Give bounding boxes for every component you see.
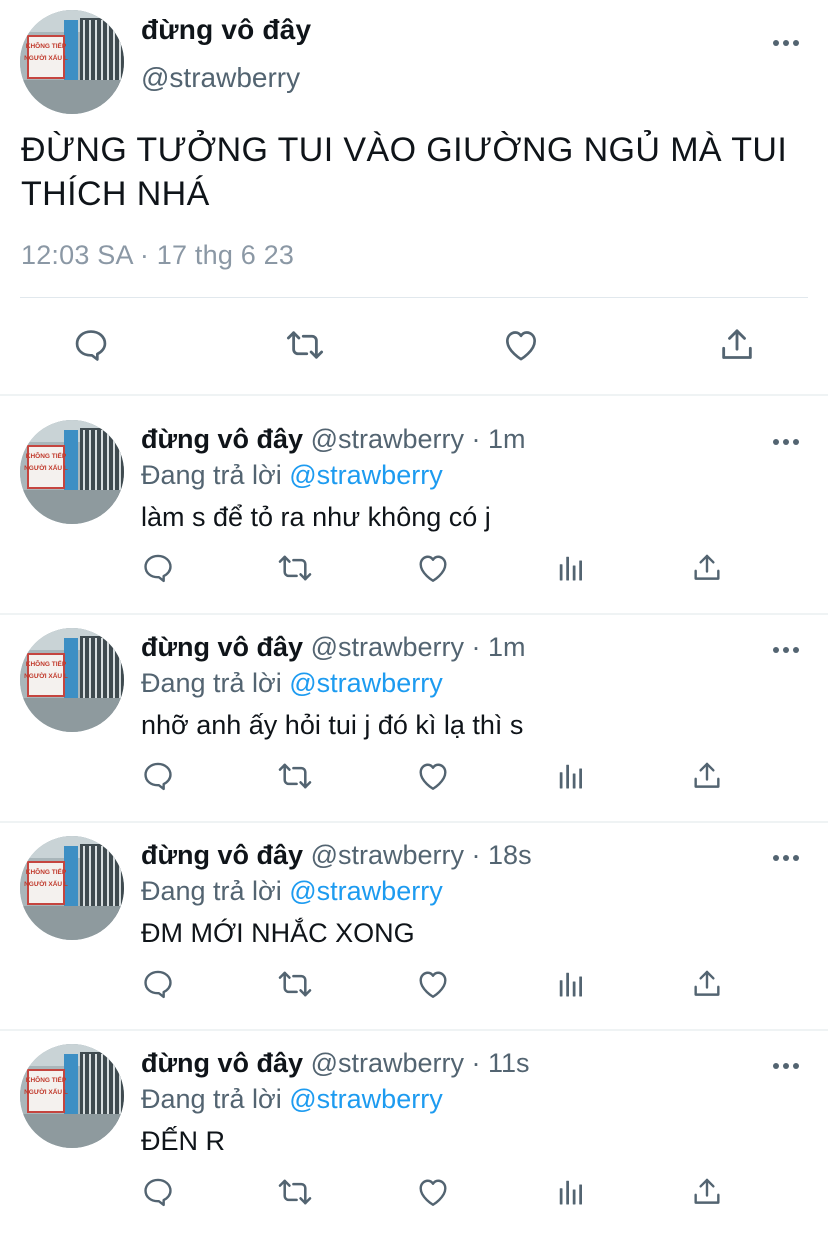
analytics-icon[interactable]	[552, 548, 590, 588]
avatar-image: KHÔNG TIẾP NGƯỜI XẤU L	[20, 420, 124, 524]
display-name[interactable]: đừng vô đây	[141, 14, 311, 46]
replying-to-label: Đang trả lời	[141, 876, 290, 906]
analytics-icon[interactable]	[552, 756, 590, 796]
like-icon[interactable]	[413, 548, 453, 588]
analytics-icon[interactable]	[552, 1172, 590, 1212]
replying-to-label: Đang trả lời	[141, 460, 290, 490]
avatar-image: KHÔNG TIẾP NGƯỜI XẤU L	[20, 836, 124, 940]
share-icon[interactable]	[688, 1172, 726, 1212]
more-options-icon[interactable]	[766, 846, 806, 870]
display-name[interactable]: đừng vô đây	[141, 632, 303, 662]
handle[interactable]: @strawberry	[311, 632, 464, 662]
reply-header: đừng vô đây @strawberry · 18s	[141, 840, 532, 871]
reply-header: đừng vô đây @strawberry · 1m	[141, 424, 526, 455]
reply-actions	[0, 548, 828, 588]
reply-tweet[interactable]: KHÔNG TIẾP NGƯỜI XẤU L đừng vô đây @stra…	[0, 836, 828, 1044]
separator-dot: ·	[464, 632, 489, 662]
reply-text: ĐẾN R	[141, 1126, 226, 1156]
tweet-timestamp[interactable]: 12:03 SA · 17 thg 6 23	[21, 240, 294, 271]
more-options-icon[interactable]	[766, 430, 806, 454]
replying-to: Đang trả lời @strawberry	[141, 1084, 443, 1115]
display-name[interactable]: đừng vô đây	[141, 840, 303, 870]
retweet-icon[interactable]	[275, 548, 315, 588]
separator	[0, 394, 828, 396]
display-name[interactable]: đừng vô đây	[141, 424, 303, 454]
more-options-icon[interactable]	[766, 31, 806, 55]
divider	[20, 297, 808, 298]
main-tweet: KHÔNG TIẾP NGƯỜI XẤU L đừng vô đây @stra…	[0, 0, 828, 395]
replying-to-mention[interactable]: @strawberry	[289, 876, 442, 906]
like-icon[interactable]	[498, 322, 544, 368]
reply-icon[interactable]	[139, 756, 177, 796]
replying-to-mention[interactable]: @strawberry	[289, 460, 442, 490]
share-icon[interactable]	[688, 756, 726, 796]
analytics-icon[interactable]	[552, 964, 590, 1004]
reply-time[interactable]: 1m	[488, 424, 526, 454]
more-options-icon[interactable]	[766, 1054, 806, 1078]
replying-to-mention[interactable]: @strawberry	[289, 1084, 442, 1114]
avatar[interactable]: KHÔNG TIẾP NGƯỜI XẤU L	[20, 420, 124, 524]
reply-icon[interactable]	[139, 548, 177, 588]
reply-actions	[0, 756, 828, 796]
reply-actions	[0, 1172, 828, 1212]
avatar-image: KHÔNG TIẾP NGƯỜI XẤU L	[20, 1044, 124, 1148]
tweet-actions	[0, 322, 828, 372]
reply-time[interactable]: 18s	[488, 840, 532, 870]
reply-tweet[interactable]: KHÔNG TIẾP NGƯỜI XẤU L đừng vô đây @stra…	[0, 420, 828, 628]
separator	[0, 613, 828, 615]
reply-time[interactable]: 11s	[488, 1048, 530, 1078]
separator-dot: ·	[464, 424, 489, 454]
avatar-image: KHÔNG TIẾP NGƯỜI XẤU L	[20, 10, 124, 114]
share-icon[interactable]	[714, 322, 760, 368]
avatar[interactable]: KHÔNG TIẾP NGƯỜI XẤU L	[20, 1044, 124, 1148]
reply-icon[interactable]	[68, 322, 114, 368]
share-icon[interactable]	[688, 548, 726, 588]
reply-icon[interactable]	[139, 1172, 177, 1212]
avatar-image: KHÔNG TIẾP NGƯỜI XẤU L	[20, 628, 124, 732]
like-icon[interactable]	[413, 964, 453, 1004]
retweet-icon[interactable]	[275, 1172, 315, 1212]
separator	[0, 1029, 828, 1031]
handle[interactable]: @strawberry	[141, 62, 300, 94]
avatar[interactable]: KHÔNG TIẾP NGƯỜI XẤU L	[20, 628, 124, 732]
like-icon[interactable]	[413, 1172, 453, 1212]
retweet-icon[interactable]	[275, 964, 315, 1004]
retweet-icon[interactable]	[275, 756, 315, 796]
separator	[0, 821, 828, 823]
separator-dot: ·	[464, 840, 489, 870]
handle[interactable]: @strawberry	[311, 840, 464, 870]
replying-to-label: Đang trả lời	[141, 668, 290, 698]
retweet-icon[interactable]	[282, 322, 328, 368]
more-options-icon[interactable]	[766, 638, 806, 662]
tweet-text: ĐỪNG TƯỞNG TUI VÀO GIƯỜNG NGỦ MÀ TUI THÍ…	[21, 131, 788, 213]
reply-header: đừng vô đây @strawberry · 1m	[141, 632, 526, 663]
replying-to-label: Đang trả lời	[141, 1084, 290, 1114]
separator-dot: ·	[464, 1048, 489, 1078]
replying-to: Đang trả lời @strawberry	[141, 876, 443, 907]
reply-header: đừng vô đây @strawberry · 11s	[141, 1048, 530, 1079]
avatar[interactable]: KHÔNG TIẾP NGƯỜI XẤU L	[20, 10, 124, 114]
reply-tweet[interactable]: KHÔNG TIẾP NGƯỜI XẤU L đừng vô đây @stra…	[0, 1044, 828, 1252]
like-icon[interactable]	[413, 756, 453, 796]
reply-actions	[0, 964, 828, 1004]
display-name[interactable]: đừng vô đây	[141, 1048, 303, 1078]
reply-text: ĐM MỚI NHẮC XONG	[141, 918, 415, 948]
share-icon[interactable]	[688, 964, 726, 1004]
handle[interactable]: @strawberry	[311, 1048, 464, 1078]
replying-to-mention[interactable]: @strawberry	[289, 668, 442, 698]
reply-time[interactable]: 1m	[488, 632, 526, 662]
replying-to: Đang trả lời @strawberry	[141, 668, 443, 699]
reply-text: làm s để tỏ ra như không có j	[141, 502, 491, 532]
reply-tweet[interactable]: KHÔNG TIẾP NGƯỜI XẤU L đừng vô đây @stra…	[0, 628, 828, 836]
avatar[interactable]: KHÔNG TIẾP NGƯỜI XẤU L	[20, 836, 124, 940]
handle[interactable]: @strawberry	[311, 424, 464, 454]
reply-icon[interactable]	[139, 964, 177, 1004]
replying-to: Đang trả lời @strawberry	[141, 460, 443, 491]
reply-text: nhỡ anh ấy hỏi tui j đó kì lạ thì s	[141, 710, 524, 740]
